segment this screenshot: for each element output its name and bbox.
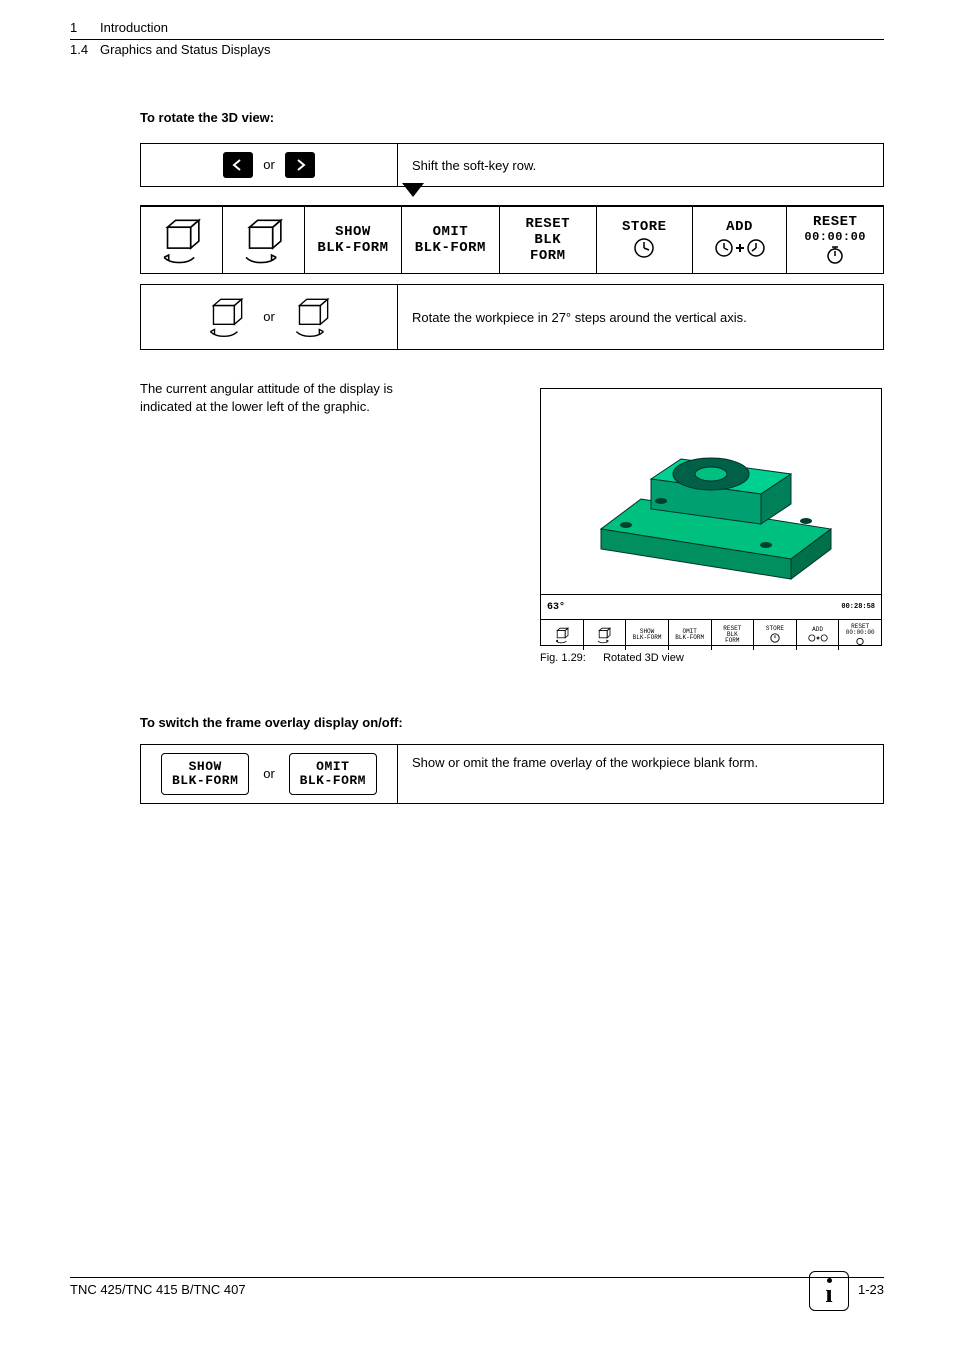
cube-rotate-cw-icon	[285, 293, 339, 341]
resetclk-l1: RESET	[813, 214, 858, 230]
clock-icon	[631, 235, 657, 261]
heading-rotate-3d: To rotate the 3D view:	[140, 110, 884, 125]
rotated-3d-view-illustration	[541, 389, 881, 589]
store-label: STORE	[622, 219, 667, 235]
omit-l1: OMIT	[433, 224, 469, 240]
reset-l2: BLK	[534, 232, 561, 248]
rotate-keys-cell: or	[141, 285, 398, 349]
softkey-add[interactable]: ADD	[693, 207, 788, 273]
mini-store: STORE	[754, 620, 797, 650]
reset-l1: RESET	[526, 216, 571, 232]
chapter-title: Introduction	[100, 20, 168, 35]
softkey-rotate-ccw[interactable]	[141, 207, 223, 273]
info-icon: ı	[809, 1271, 849, 1311]
flow-arrow	[140, 187, 884, 205]
show-l2: BLK-FORM	[317, 240, 388, 256]
mini-add: ADD	[797, 620, 840, 650]
show-l1: SHOW	[335, 224, 371, 240]
mini-reset-blk: RESETBLKFORM	[712, 620, 755, 650]
reset-l3: FORM	[530, 248, 566, 264]
shift-desc: Shift the soft-key row.	[398, 144, 883, 186]
cube-rotate-ccw-icon	[147, 211, 216, 269]
section-title: Graphics and Status Displays	[100, 42, 271, 57]
frame-desc: Show or omit the frame overlay of the wo…	[398, 745, 883, 803]
rotate-desc: Rotate the workpiece in 27° steps around…	[398, 285, 883, 349]
attitude-paragraph: The current angular attitude of the disp…	[140, 380, 460, 415]
softkey-reset-blk-form[interactable]: RESET BLK FORM	[500, 207, 597, 273]
or-label: or	[263, 765, 275, 783]
mini-rotate-cw	[584, 620, 627, 650]
clock-plus-clock-icon	[712, 235, 768, 261]
shift-keys-cell: or	[141, 144, 398, 186]
section-number: 1.4	[70, 42, 100, 57]
mini-omit: OMITBLK-FORM	[669, 620, 712, 650]
softkey-omit-blkform[interactable]: OMIT BLK-FORM	[402, 207, 499, 273]
page-footer: TNC 425/TNC 415 B/TNC 407 1-23	[70, 1277, 884, 1297]
softkey-bar: SHOW BLK-FORM OMIT BLK-FORM RESET BLK FO…	[140, 205, 884, 274]
page-header: 1 Introduction 1.4 Graphics and Status D…	[70, 20, 884, 57]
softkey-store[interactable]: STORE	[597, 207, 693, 273]
or-label: or	[263, 308, 275, 326]
mini-show: SHOWBLK-FORM	[626, 620, 669, 650]
cube-rotate-cw-icon	[229, 211, 298, 269]
arrow-left-key[interactable]	[223, 152, 253, 178]
chapter-number: 1	[70, 20, 100, 35]
figure-time-label: 00:28:58	[841, 603, 875, 611]
add-label: ADD	[726, 219, 753, 235]
mini-reset-clock: RESET 00:00:00	[839, 620, 881, 650]
omit-blkform-button[interactable]: OMIT BLK-FORM	[289, 753, 377, 795]
softkey-show-blkform[interactable]: SHOW BLK-FORM	[305, 207, 402, 273]
footer-right: 1-23	[858, 1282, 884, 1297]
resetclk-l2: 00:00:00	[804, 230, 866, 244]
figure-angle-label: 63°	[547, 602, 565, 613]
arrow-right-key[interactable]	[285, 152, 315, 178]
stopwatch-icon	[824, 244, 846, 266]
softkey-rotate-cw[interactable]	[223, 207, 305, 273]
cube-rotate-ccw-icon	[199, 293, 253, 341]
footer-left: TNC 425/TNC 415 B/TNC 407	[70, 1282, 246, 1297]
figure: 63° 00:28:58 SHOWBLK-FORM OMITBLK-FORM R…	[540, 388, 886, 664]
softkey-reset-clock[interactable]: RESET 00:00:00	[787, 207, 883, 273]
mini-rotate-ccw	[541, 620, 584, 650]
figure-softkey-bar: SHOWBLK-FORM OMITBLK-FORM RESETBLKFORM S…	[541, 619, 881, 650]
frame-keys-cell: SHOW BLK-FORM or OMIT BLK-FORM	[141, 745, 398, 803]
or-label: or	[263, 156, 275, 174]
heading-frame-overlay: To switch the frame overlay display on/o…	[140, 715, 884, 730]
figure-caption: Fig. 1.29: Rotated 3D view	[540, 652, 886, 664]
show-blkform-button[interactable]: SHOW BLK-FORM	[161, 753, 249, 795]
omit-l2: BLK-FORM	[415, 240, 486, 256]
